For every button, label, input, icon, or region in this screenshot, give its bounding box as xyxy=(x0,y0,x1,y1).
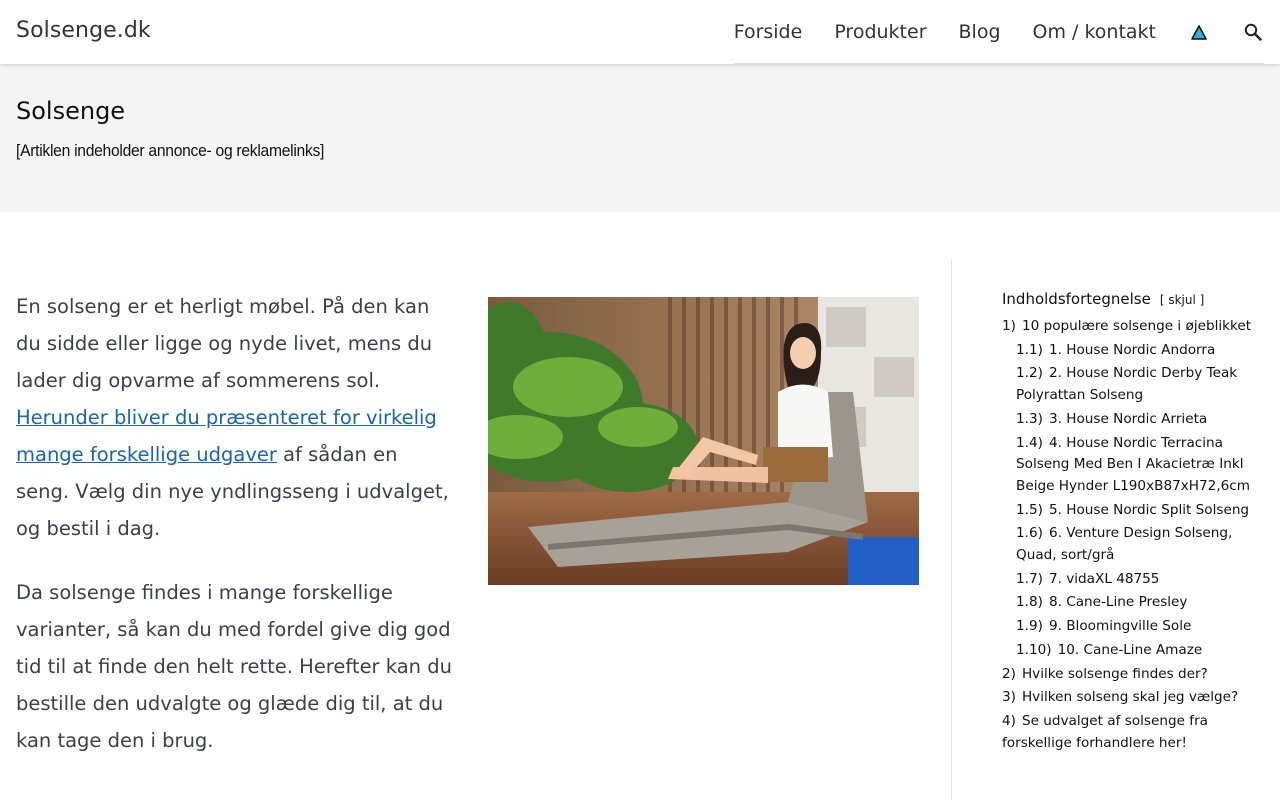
table-of-contents: Indholdsfortegnelse [ skjul ] 1) 10 popul… xyxy=(1002,290,1252,756)
toc-item-label: 10. Cane-Line Amaze xyxy=(1057,641,1203,658)
toc-toggle: [ skjul ] xyxy=(1160,293,1205,307)
toc-item[interactable]: 1.3) 3. House Nordic Arrieta xyxy=(1002,409,1252,431)
toc-item-label: 6. Venture Design Solseng, Quad, sort/gr… xyxy=(1016,525,1233,564)
toc-item-number: 1.6) xyxy=(1016,525,1043,542)
toc-item[interactable]: 1.8) 8. Cane-Line Presley xyxy=(1002,592,1252,614)
toc-item-number: 1.5) xyxy=(1016,501,1043,518)
toc-hide-link[interactable]: skjul xyxy=(1168,293,1195,307)
toc-item-label: Se udvalget af solsenge fra forskellige … xyxy=(1002,712,1208,751)
toc-item[interactable]: 1.1) 1. House Nordic Andorra xyxy=(1002,340,1252,362)
intro-text-before: En solseng er et herligt møbel. På den k… xyxy=(16,295,433,392)
toc-item-label: 5. House Nordic Split Solseng xyxy=(1048,501,1250,518)
toc-item-number: 1.1) xyxy=(1016,341,1043,358)
toc-list: 1) 10 populære solsenge i øjeblikket 1.1)… xyxy=(1002,316,1252,754)
toc-item-label: 1. House Nordic Andorra xyxy=(1048,341,1216,358)
toc-item-number: 1.7) xyxy=(1016,570,1043,587)
site-brand-link[interactable]: Solsenge.dk xyxy=(16,18,151,43)
nav-item-produkter[interactable]: Produkter xyxy=(834,21,926,43)
toc-title: Indholdsfortegnelse xyxy=(1002,290,1151,308)
toc-item-label: 4. House Nordic Terracina Solseng Med Be… xyxy=(1016,434,1251,494)
nav-underline xyxy=(733,63,1264,64)
toc-item-number: 1.8) xyxy=(1016,594,1043,611)
nav-item-forside[interactable]: Forside xyxy=(734,21,803,43)
toc-item-number: 3) xyxy=(1002,689,1016,706)
toc-header: Indholdsfortegnelse [ skjul ] xyxy=(1002,290,1252,308)
toc-item-number: 1.4) xyxy=(1016,434,1043,451)
toc-item[interactable]: 1) 10 populære solsenge i øjeblikket xyxy=(1002,316,1252,338)
nav-item-blog[interactable]: Blog xyxy=(959,21,1001,43)
sunbed-photo xyxy=(488,297,919,585)
toc-item[interactable]: 3) Hvilken solseng skal jeg vælge? xyxy=(1002,687,1252,709)
toc-item-number: 1.2) xyxy=(1016,365,1043,382)
page-title: Solsenge xyxy=(16,97,126,125)
toc-item-label: 7. vidaXL 48755 xyxy=(1048,570,1160,587)
second-paragraph: Da solsenge findes i mange forskellige v… xyxy=(16,581,452,752)
toc-item[interactable]: 4) Se udvalget af solsenge fra forskellig… xyxy=(1002,711,1252,754)
article-body: En solseng er et herligt møbel. På den k… xyxy=(16,288,452,786)
toc-item-label: Hvilken solseng skal jeg vælge? xyxy=(1021,689,1239,706)
nav-item-om-kontakt[interactable]: Om / kontakt xyxy=(1033,21,1156,43)
toc-item[interactable]: 2) Hvilke solsenge findes der? xyxy=(1002,664,1252,686)
toc-item-number: 1.3) xyxy=(1016,410,1043,427)
page-title-band: Solsenge [Artiklen indeholder annonce- o… xyxy=(0,64,1280,212)
toc-item-number: 4) xyxy=(1002,712,1016,729)
toc-item[interactable]: 1.9) 9. Bloomingville Sole xyxy=(1002,616,1252,638)
toc-toggle-open-bracket: [ xyxy=(1159,293,1165,307)
sidebar-divider xyxy=(951,260,952,800)
toc-item[interactable]: 1.4) 4. House Nordic Terracina Solseng Me… xyxy=(1002,433,1252,498)
toc-item-number: 1.10) xyxy=(1016,641,1052,658)
toc-item-label: Hvilke solsenge findes der? xyxy=(1021,665,1208,682)
warning-triangle-icon[interactable] xyxy=(1188,21,1210,43)
toc-item-label: 3. House Nordic Arrieta xyxy=(1048,410,1208,427)
toc-item[interactable]: 1.2) 2. House Nordic Derby Teak Polyratta… xyxy=(1002,363,1252,406)
toc-item[interactable]: 1.5) 5. House Nordic Split Solseng xyxy=(1002,500,1252,522)
search-icon[interactable] xyxy=(1242,21,1264,43)
toc-item[interactable]: 1.6) 6. Venture Design Solseng, Quad, sor… xyxy=(1002,523,1252,566)
toc-item-number: 2) xyxy=(1002,665,1016,682)
main-nav: Forside Produkter Blog Om / kontakt xyxy=(733,0,1280,64)
toc-item[interactable]: 1.7) 7. vidaXL 48755 xyxy=(1002,569,1252,591)
toc-item-number: 1) xyxy=(1002,318,1016,334)
toc-item[interactable]: 1.10) 10. Cane-Line Amaze xyxy=(1002,640,1252,662)
toc-item-label: 9. Bloomingville Sole xyxy=(1048,618,1192,635)
toc-item-number: 1.9) xyxy=(1016,618,1043,635)
intro-paragraph: En solseng er et herligt møbel. På den k… xyxy=(16,288,452,547)
site-header: Solsenge.dk Forside Produkter Blog Om / … xyxy=(0,0,1280,64)
ad-disclaimer: [Artiklen indeholder annonce- og reklame… xyxy=(16,141,325,160)
toc-item-label: 8. Cane-Line Presley xyxy=(1048,594,1188,611)
toc-item-label: 10 populære solsenge i øjeblikket xyxy=(1021,318,1252,334)
toc-toggle-close-bracket: ] xyxy=(1199,293,1205,307)
toc-item-label: 2. House Nordic Derby Teak Polyrattan So… xyxy=(1016,365,1238,404)
